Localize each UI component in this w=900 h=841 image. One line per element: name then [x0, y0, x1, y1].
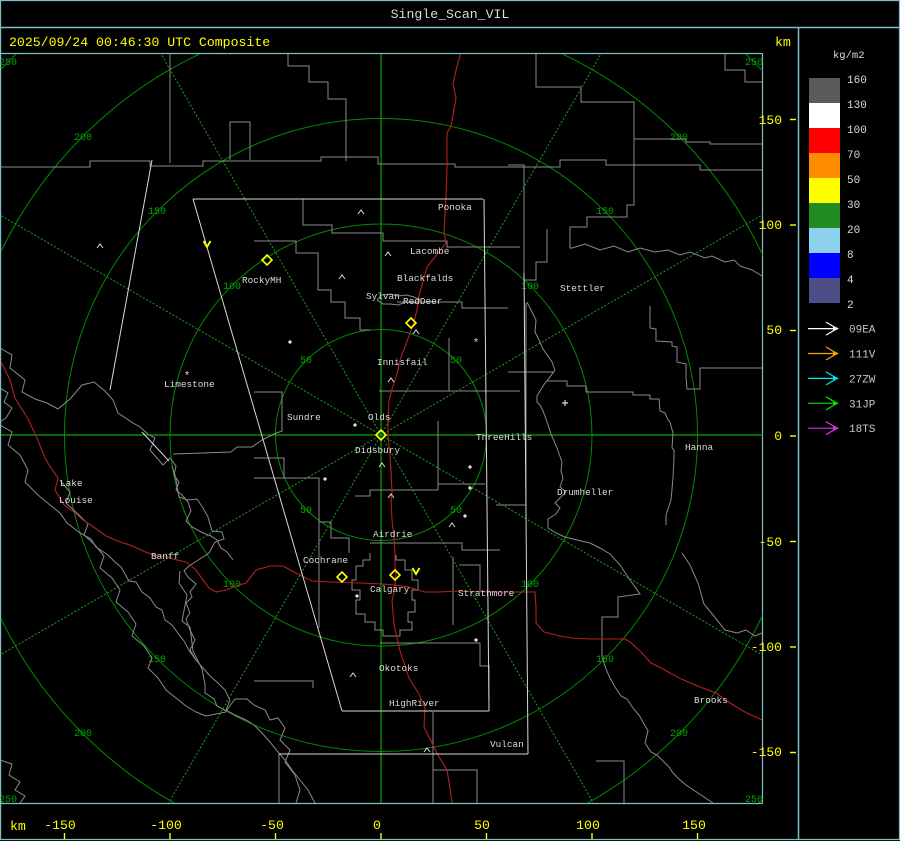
svg-text:-50: -50: [260, 818, 284, 833]
svg-text:Hanna: Hanna: [685, 442, 714, 453]
svg-text:Innisfail: Innisfail: [377, 357, 428, 368]
svg-text:50: 50: [450, 356, 462, 367]
svg-text:160: 160: [847, 75, 867, 87]
svg-text:Airdrie: Airdrie: [373, 529, 413, 540]
svg-text:HighRiver: HighRiver: [389, 698, 440, 709]
svg-text:Stettler: Stettler: [560, 283, 605, 294]
svg-text:50: 50: [450, 506, 462, 517]
svg-text:70: 70: [847, 150, 860, 162]
svg-text:Calgary: Calgary: [370, 584, 410, 595]
svg-text:20: 20: [847, 225, 860, 237]
svg-text:RedDeer: RedDeer: [403, 296, 442, 307]
svg-text:30: 30: [847, 200, 860, 212]
svg-text:50: 50: [474, 818, 490, 833]
svg-text:kg/m2: kg/m2: [833, 50, 865, 62]
svg-text:*: *: [473, 338, 480, 350]
svg-text:2: 2: [847, 300, 854, 312]
svg-text:RockyMH: RockyMH: [242, 275, 281, 286]
svg-text:8: 8: [847, 250, 854, 262]
svg-text:Lake: Lake: [60, 478, 83, 489]
svg-text:Single_Scan_VIL: Single_Scan_VIL: [391, 7, 510, 22]
svg-text:18TS: 18TS: [849, 424, 876, 436]
svg-text:Strathmore: Strathmore: [458, 588, 515, 599]
svg-text:100: 100: [759, 218, 782, 233]
svg-text:Olds: Olds: [368, 412, 391, 423]
svg-text:*: *: [184, 371, 191, 383]
svg-text:150: 150: [148, 207, 166, 218]
svg-text:-100: -100: [150, 818, 182, 833]
svg-text:-150: -150: [751, 745, 782, 760]
svg-text:Blackfalds: Blackfalds: [397, 273, 453, 284]
svg-text:Vulcan: Vulcan: [490, 739, 524, 750]
svg-text:111V: 111V: [849, 350, 876, 362]
svg-text:Cochrane: Cochrane: [303, 555, 348, 566]
svg-text:130: 130: [847, 100, 867, 112]
svg-text:Banff: Banff: [151, 551, 180, 562]
svg-text:Drumheller: Drumheller: [557, 487, 613, 498]
svg-text:Okotoks: Okotoks: [379, 663, 418, 674]
svg-text:250: 250: [745, 58, 763, 69]
svg-text:0: 0: [774, 429, 782, 444]
svg-text:50: 50: [847, 175, 860, 187]
svg-text:50: 50: [300, 506, 312, 517]
svg-text:Brooks: Brooks: [694, 695, 728, 706]
svg-text:-100: -100: [751, 640, 782, 655]
svg-text:27ZW: 27ZW: [849, 374, 876, 386]
svg-text:km: km: [10, 819, 26, 834]
svg-text:50: 50: [300, 356, 312, 367]
svg-text:-150: -150: [44, 818, 76, 833]
svg-text:Louise: Louise: [59, 495, 93, 506]
svg-text:100: 100: [847, 125, 867, 137]
svg-text:200: 200: [74, 133, 92, 144]
svg-text:150: 150: [682, 818, 706, 833]
svg-text:2025/09/24 00:46:30 UTC Compos: 2025/09/24 00:46:30 UTC Composite: [9, 35, 270, 50]
svg-text:200: 200: [670, 729, 688, 740]
svg-text:150: 150: [596, 655, 614, 666]
svg-text:100: 100: [576, 818, 600, 833]
svg-text:150: 150: [596, 207, 614, 218]
svg-text:250: 250: [0, 58, 17, 69]
svg-text:100: 100: [521, 580, 539, 591]
svg-text:Lacombe: Lacombe: [410, 246, 450, 257]
svg-text:ThreeHills: ThreeHills: [476, 432, 532, 443]
svg-text:09EA: 09EA: [849, 325, 876, 337]
svg-text:Didsbury: Didsbury: [355, 445, 400, 456]
svg-text:4: 4: [847, 275, 854, 287]
svg-text:100: 100: [223, 282, 241, 293]
svg-text:50: 50: [766, 323, 782, 338]
svg-text:150: 150: [759, 113, 782, 128]
svg-text:Ponoka: Ponoka: [438, 202, 472, 213]
svg-text:Sundre: Sundre: [287, 412, 321, 423]
svg-text:31JP: 31JP: [849, 399, 876, 411]
svg-text:200: 200: [74, 729, 92, 740]
svg-text:-50: -50: [759, 535, 782, 550]
svg-text:0: 0: [373, 818, 381, 833]
svg-text:Sylvan: Sylvan: [366, 291, 400, 302]
svg-text:km: km: [775, 35, 791, 50]
